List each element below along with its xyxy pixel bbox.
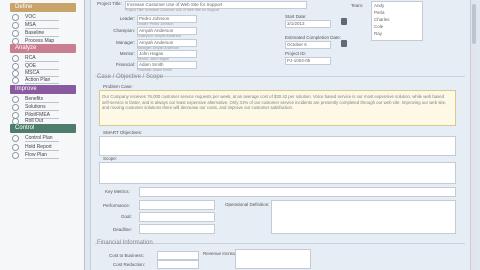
project-title-value: Increase Customer Use of Web Site for Su… (127, 2, 223, 7)
step-status-icon (12, 63, 19, 70)
step-status-icon (12, 152, 19, 159)
step-control-plan[interactable]: Control Plan (12, 135, 82, 142)
champion-sub: Champion: Amyah Anderson (137, 34, 182, 38)
project-id-field[interactable]: PJ-1003-05 (285, 57, 331, 65)
cost-reduction-label: Cost Reduction: (113, 262, 146, 267)
team-member: Cole (374, 24, 384, 29)
team-label: Team: (351, 3, 364, 8)
cost-reduction-field[interactable] (157, 260, 199, 269)
deadline-label: Deadline: (113, 227, 133, 232)
phase-control-label: Control (15, 125, 35, 131)
revenue-notes-field[interactable] (235, 249, 311, 269)
charter-form: Project Title: Increase Customer Use of … (90, 0, 477, 270)
step-status-icon (12, 104, 19, 111)
scope-label: Scope: (103, 156, 118, 161)
team-member: Charles (374, 17, 390, 22)
performance-label: Performance: (103, 203, 131, 208)
calendar-icon[interactable] (341, 18, 347, 25)
case-section-title: Case / Objective / Scope (97, 74, 164, 80)
problem-case-text: Our Company receives 76,000 customer ser… (102, 94, 447, 110)
phase-improve[interactable]: Improve (10, 85, 76, 94)
financial-section-title: Financial Information (97, 240, 153, 246)
vertical-scrollbar[interactable] (470, 0, 477, 270)
smart-objectives-label: SMART Objectives: (103, 130, 143, 135)
step-status-icon (12, 22, 19, 29)
step-hold-report[interactable]: Hold Report (12, 144, 82, 151)
cost-to-business-label: Cost to Business: (109, 253, 145, 258)
step-benefits[interactable]: Benefits (12, 96, 82, 103)
problem-case-field[interactable]: Our Company receives 76,000 customer ser… (99, 90, 456, 126)
phase-analyze[interactable]: Analyze (10, 44, 76, 53)
step-msa[interactable]: MSA (12, 22, 82, 29)
deadline-field[interactable] (139, 224, 215, 234)
performance-field[interactable] (139, 200, 215, 210)
step-qoe[interactable]: QOE (12, 63, 82, 70)
step-status-icon (12, 55, 19, 62)
step-baseline[interactable]: Baseline (12, 30, 82, 37)
leader-sub: Leader: Pedro Johnson (137, 22, 174, 26)
project-title-label: Project Title: (97, 1, 122, 6)
mentor-value: John Hagan (139, 51, 164, 56)
leader-label: Leader: (119, 16, 135, 21)
manager-value: Amyah Anderson (139, 40, 174, 45)
step-status-icon (12, 144, 19, 151)
mentor-label: Mentor: (119, 51, 135, 56)
cost-to-business-field[interactable] (157, 251, 199, 260)
manager-label: Manager: (115, 40, 135, 45)
phase-control[interactable]: Control (10, 124, 76, 133)
team-member: Andy (374, 3, 385, 8)
step-status-icon (12, 135, 19, 142)
phase-define-label: Define (15, 4, 33, 10)
calendar-icon[interactable] (341, 40, 347, 47)
project-title-sub: Project Title: Increase Customer Use of … (125, 8, 220, 12)
champion-value: Amyah Anderson (139, 28, 174, 33)
phase-define[interactable]: Define (10, 3, 76, 12)
step-status-icon (12, 70, 19, 77)
goal-field[interactable] (139, 212, 215, 222)
phase-improve-label: Improve (15, 86, 37, 92)
goal-label: Goal: (121, 214, 132, 219)
champion-label: Champion: (113, 28, 135, 33)
scrollbar-thumb[interactable] (472, 4, 476, 44)
team-member: Ray (374, 31, 383, 36)
financial-value: Adam Smith (139, 62, 164, 67)
step-status-icon (12, 14, 19, 21)
est-completion-value: October 6 (287, 42, 307, 47)
smart-objectives-field[interactable] (99, 136, 456, 156)
phase-sidebar: Define VOC MSA Baseline Process Map Anal… (0, 0, 85, 270)
step-status-icon (12, 77, 19, 84)
financial-sub: Financial: Adam Smith (137, 68, 172, 72)
est-completion-label: Estimated Completion Date: (285, 35, 342, 40)
step-status-icon (12, 96, 19, 103)
step-action-plan[interactable]: Action Plan (12, 77, 82, 84)
phase-analyze-label: Analyze (15, 45, 37, 51)
operational-definition-field[interactable] (271, 200, 456, 234)
key-metrics-label: Key Metrics: (105, 189, 130, 194)
start-date-label: Start Date: (285, 14, 307, 19)
problem-case-label: Problem Case: (103, 84, 133, 89)
operational-definition-label: Operational Definition: (225, 202, 270, 207)
team-member: Perla (374, 10, 385, 15)
start-date-field[interactable]: 3/1/2013 (285, 20, 331, 28)
step-status-icon (12, 30, 19, 37)
key-metrics-field[interactable] (139, 187, 456, 197)
step-solutions[interactable]: Solutions (12, 104, 82, 111)
step-msca[interactable]: MSCA (12, 70, 82, 77)
step-voc[interactable]: VOC (12, 14, 82, 21)
project-id-label: Project ID: (285, 51, 307, 56)
step-rca[interactable]: RCA (12, 55, 82, 62)
start-date-value: 3/1/2013 (287, 21, 305, 26)
project-id-value: PJ-1003-05 (287, 58, 311, 63)
leader-value: Pedro Johnson (139, 16, 170, 21)
scope-field[interactable] (99, 162, 456, 184)
financial-label: Financial: (115, 62, 135, 67)
team-list[interactable]: Andy Perla Charles Cole Ray (371, 1, 423, 41)
step-flow-plan[interactable]: Flow Plan (12, 152, 82, 159)
est-completion-field[interactable]: October 6 (285, 41, 331, 49)
